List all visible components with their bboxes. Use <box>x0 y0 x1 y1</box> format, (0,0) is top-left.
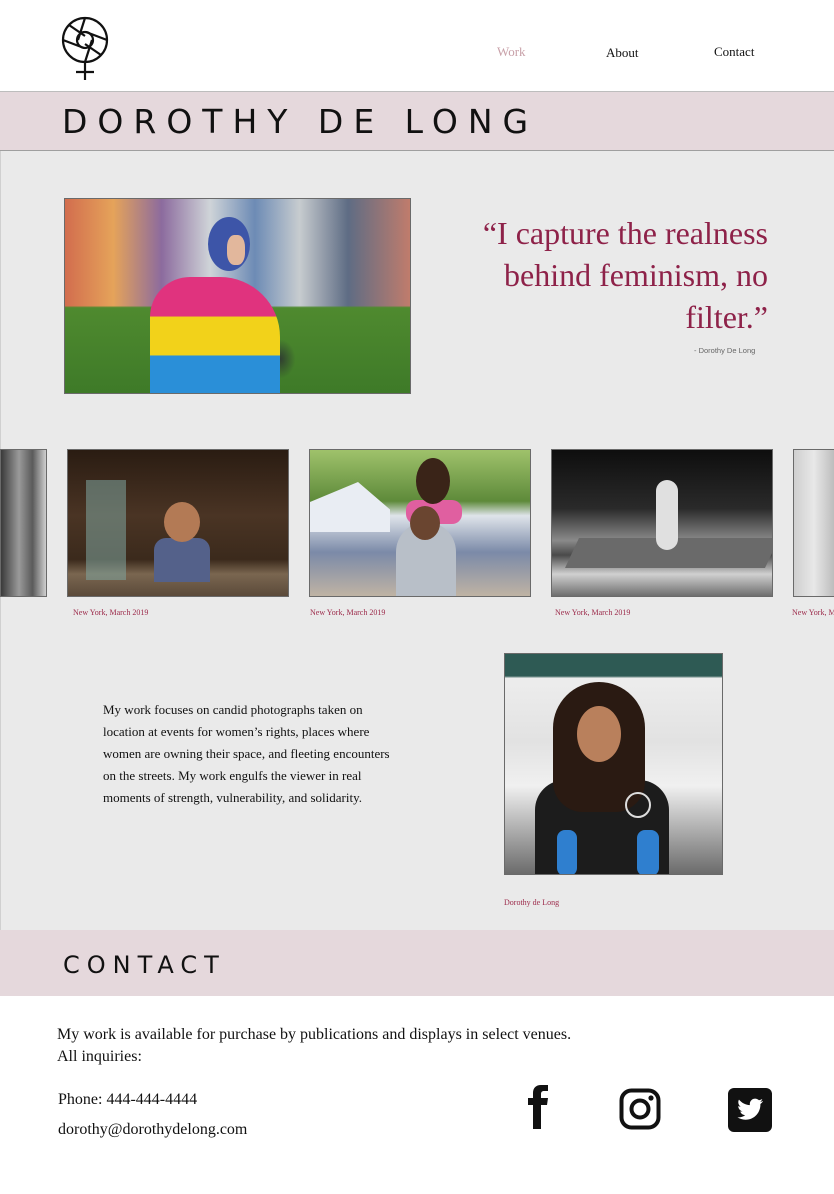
contact-line-1: My work is available for purchase by pub… <box>57 1026 572 1043</box>
nav-work-link[interactable]: Work <box>497 44 526 60</box>
site-title: DOROTHY DE LONG <box>62 102 539 141</box>
facebook-icon[interactable] <box>526 1085 558 1129</box>
contact-line-2: All inquiries: <box>57 1048 142 1065</box>
quote-text: “I capture the realness behind feminism,… <box>482 215 768 335</box>
gallery-caption: New York, March 2019 <box>310 608 386 617</box>
email-link[interactable]: dorothy@dorothydelong.com <box>58 1121 247 1139</box>
portrait-photo <box>504 653 723 875</box>
gallery-caption: New York, March 2019 <box>73 608 149 617</box>
portrait-caption: Dorothy de Long <box>504 898 560 907</box>
quote-attribution: - Dorothy De Long <box>694 346 756 355</box>
gallery-photo[interactable] <box>793 449 834 597</box>
hero-photo <box>64 198 411 394</box>
instagram-icon[interactable] <box>619 1088 661 1130</box>
logo-icon[interactable] <box>60 14 110 82</box>
twitter-icon[interactable] <box>728 1088 772 1132</box>
contact-intro: My work is available for purchase by pub… <box>57 1024 571 1068</box>
gallery-photo[interactable] <box>67 449 289 597</box>
work-description: My work focuses on candid photographs ta… <box>103 702 390 805</box>
contact-heading: CONTACT <box>63 951 226 979</box>
gallery-photo[interactable] <box>0 449 47 597</box>
gallery-caption: New York, March 2019 <box>555 608 631 617</box>
nav-about-link[interactable]: About <box>606 45 639 61</box>
phone-number: Phone: 444-444-4444 <box>58 1091 198 1108</box>
nav-contact-link[interactable]: Contact <box>714 44 754 60</box>
gallery-caption: New York, March 2019 <box>792 608 834 617</box>
gallery-photo[interactable] <box>551 449 773 597</box>
gallery-photo[interactable] <box>309 449 531 597</box>
